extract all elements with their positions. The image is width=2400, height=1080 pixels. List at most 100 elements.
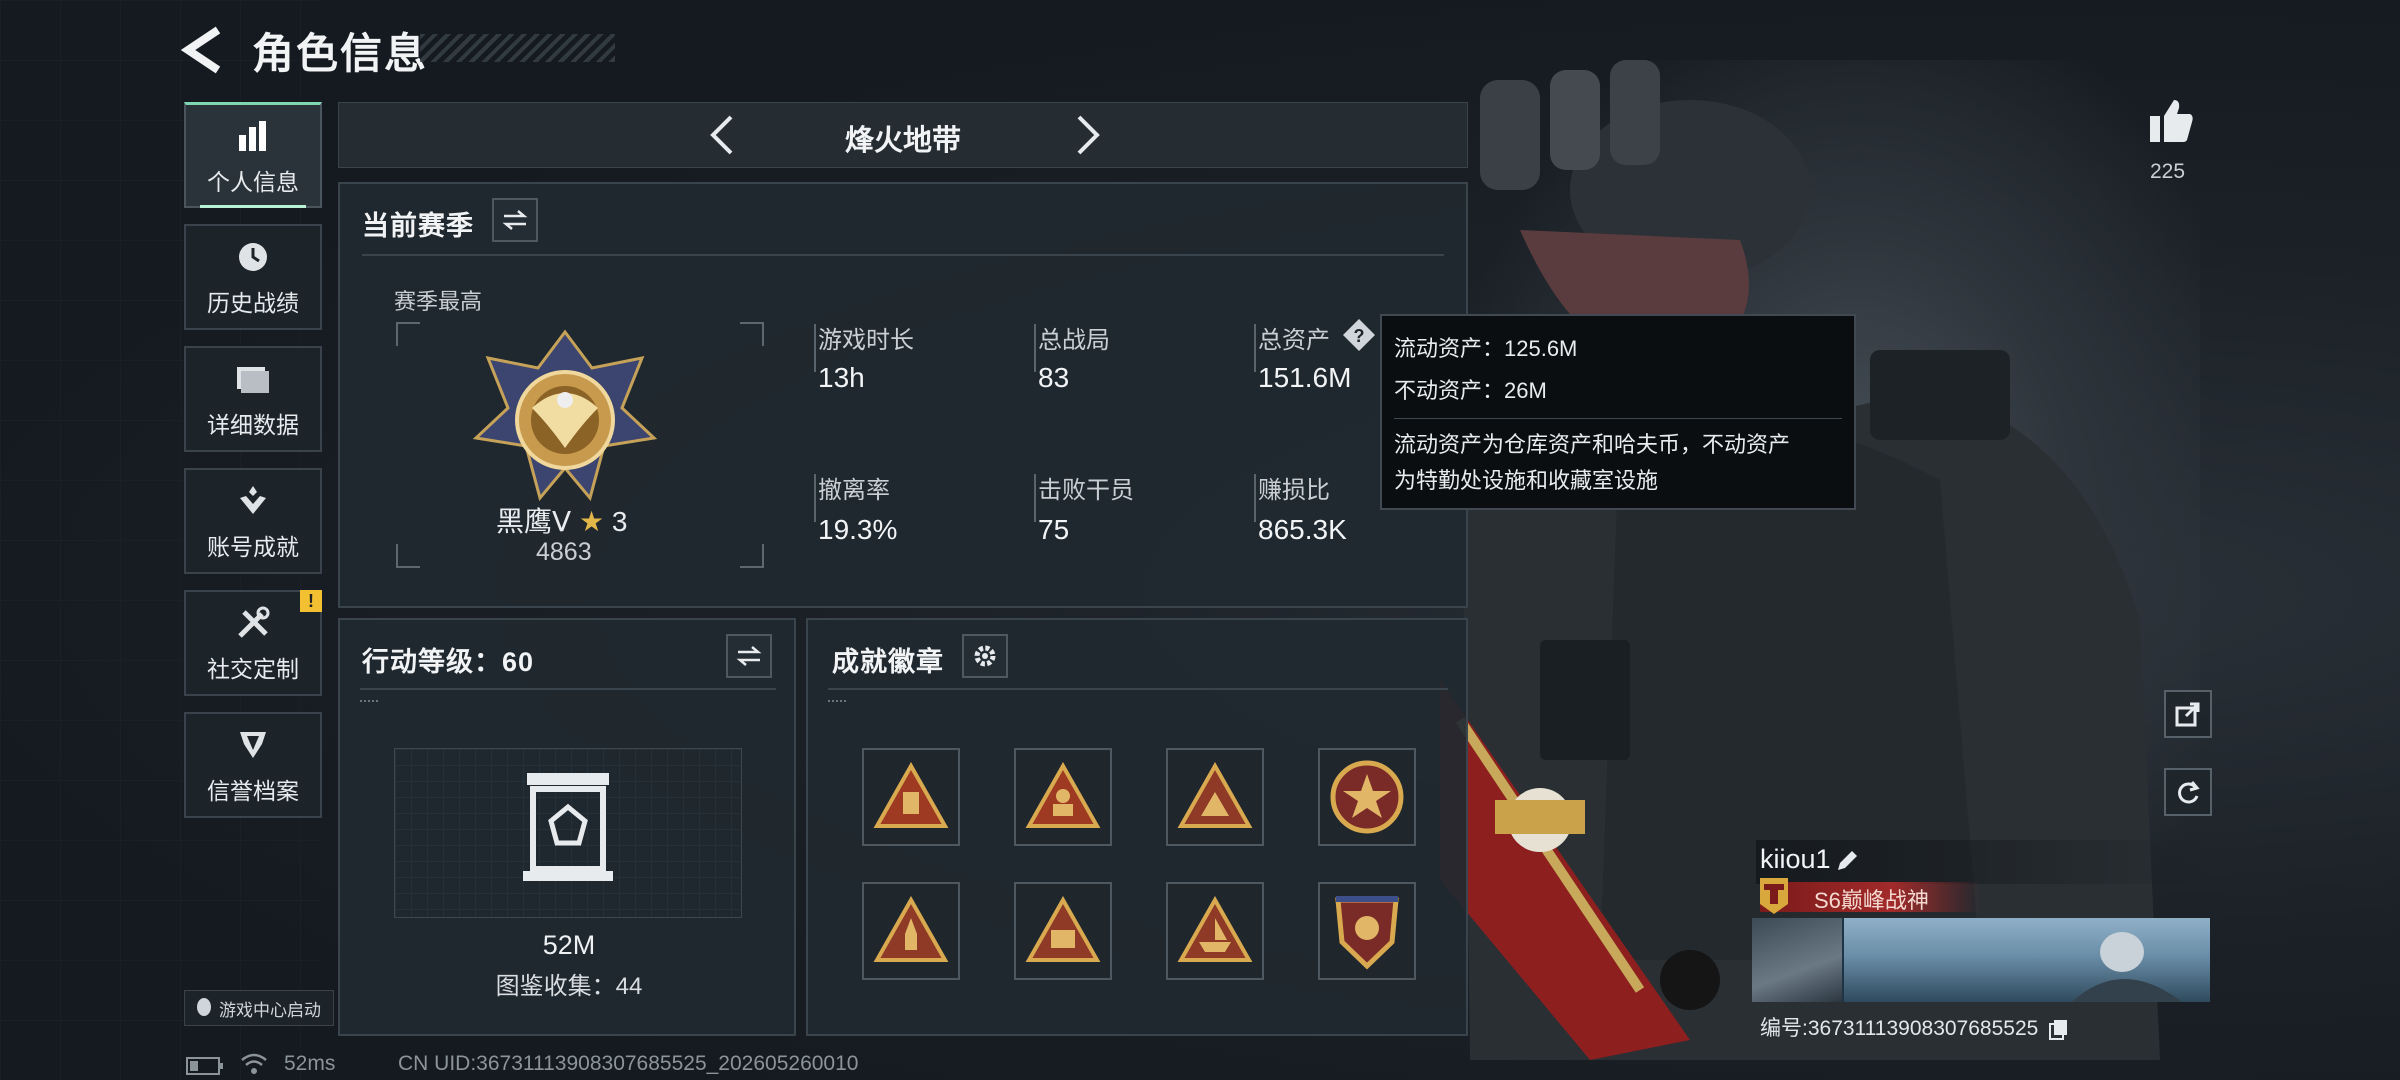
stat-value-kills: 75	[1038, 514, 1070, 545]
tooltip-fixed-assets: 不动资产：26M	[1394, 378, 1547, 403]
stat-divider	[1034, 324, 1036, 372]
rank-stars: 3	[611, 506, 628, 537]
stat-divider	[1254, 324, 1256, 372]
chevron-right-icon[interactable]	[1063, 111, 1111, 159]
sidebar-item-label: 账号成就	[207, 534, 299, 560]
uid-text: CN UID:3673111390830768552​5_20260526001…	[398, 1052, 859, 1075]
star-icon: ★	[578, 506, 605, 537]
sidebar-item-detail-data[interactable]: 详细数据	[184, 346, 322, 452]
stat-value-matches: 83	[1038, 362, 1070, 393]
player-id-text: 编号:3673111390830768552​5	[1760, 1017, 2039, 1040]
player-title-banner: S6巅峰战神	[1760, 878, 1980, 914]
collection-case-icon	[523, 773, 613, 881]
boat-triangle-badge-icon	[1177, 896, 1253, 962]
rank-line: 黑鹰Ⅴ ★ 3	[496, 500, 627, 540]
stat-divider	[814, 474, 816, 522]
clock-icon	[232, 236, 274, 278]
stat-label-assets: 总资产	[1258, 327, 1330, 354]
stat-label-playtime: 游戏时长	[818, 327, 914, 354]
game-center-button[interactable]: 游戏中心启动	[184, 990, 334, 1026]
season-panel: 当前赛季 赛季最高 黑鹰Ⅴ ★ 3 4863 游戏时长 13h 总战局 83 总…	[338, 182, 1468, 608]
badge-settings-button[interactable]	[962, 634, 1008, 678]
help-icon[interactable]: ?	[1342, 318, 1376, 352]
rocket-triangle-badge-icon	[873, 896, 949, 962]
rank-name: 黑鹰Ⅴ	[496, 506, 572, 537]
badge-slot-7[interactable]	[1166, 882, 1264, 980]
gear-icon	[974, 645, 996, 667]
sidebar-item-label: 个人信息	[207, 168, 299, 195]
mode-selector: 烽火地带	[338, 102, 1468, 168]
shield-icon	[232, 724, 274, 766]
collection-frame[interactable]	[394, 748, 742, 918]
swap-icon	[502, 210, 528, 230]
badge-slot-8[interactable]	[1318, 882, 1416, 980]
stat-divider	[1254, 474, 1256, 522]
player-id: 编号:3673111390830768552​5	[1760, 1012, 2070, 1042]
badge-slot-3[interactable]	[1166, 748, 1264, 846]
dash-decoration	[828, 700, 846, 706]
sidebar-item-personal-info[interactable]: 个人信息	[184, 102, 322, 208]
collection-count: 图鉴收集：44	[495, 973, 643, 1000]
tools-icon	[232, 602, 274, 644]
divider	[360, 688, 776, 690]
stat-value-assets: 151.6M	[1258, 362, 1352, 393]
frame-corner	[396, 544, 420, 568]
alert-badge: !	[300, 590, 322, 612]
share-button[interactable]	[2164, 690, 2212, 738]
divider	[828, 688, 1448, 690]
tooltip-liquid-assets: 流动资产：125.6M	[1394, 336, 1578, 361]
level-panel: 行动等级：60 52M 图鉴收集：44	[338, 618, 796, 1036]
page-title: 角色信息	[252, 30, 429, 77]
level-title: 行动等级：60	[362, 647, 535, 677]
thumbs-up-icon[interactable]	[2146, 96, 2196, 146]
edit-icon[interactable]	[1834, 848, 1860, 874]
battery-icon	[186, 1057, 223, 1075]
like-count: 225	[2150, 160, 2186, 183]
supply-triangle-badge-icon	[873, 762, 949, 828]
divider	[362, 254, 1444, 256]
squad-triangle-badge-icon	[1177, 762, 1253, 828]
badge-slot-4[interactable]	[1318, 748, 1416, 846]
ping-value: 52ms	[284, 1052, 336, 1075]
swap-icon	[736, 646, 762, 666]
title-emblem-icon	[1760, 878, 1788, 914]
penguin-icon	[197, 998, 211, 1016]
game-center-label: 游戏中心启动	[219, 1000, 321, 1020]
share-icon	[2175, 702, 2200, 727]
stat-label-profit-ratio: 赚损比	[1258, 477, 1330, 504]
refresh-icon	[2178, 781, 2200, 804]
badge-slot-1[interactable]	[862, 748, 960, 846]
sidebar-item-social-custom[interactable]: 社交定制 !	[184, 590, 322, 696]
badge-slot-5[interactable]	[862, 882, 960, 980]
assets-tooltip: 流动资产：125.6M 不动资产：26M 流动资产为仓库资产和哈夫币，不动资产 …	[1380, 314, 1856, 510]
stat-value-playtime: 13h	[818, 362, 865, 393]
sidebar-item-achievements[interactable]: 账号成就	[184, 468, 322, 574]
level-value: 52M	[542, 930, 596, 960]
badge-slot-2[interactable]	[1014, 748, 1112, 846]
level-swap-button[interactable]	[726, 634, 772, 678]
back-arrow-icon[interactable]	[180, 22, 230, 78]
sidebar-item-history[interactable]: 历史战绩	[184, 224, 322, 330]
badges-panel: 成就徽章	[806, 618, 1468, 1036]
player-banner-image	[1752, 918, 2210, 1002]
player-name-bar: kiiou1	[1756, 840, 2210, 884]
copy-icon[interactable]	[2048, 1018, 2070, 1041]
season-best-label: 赛季最高	[394, 289, 483, 314]
title-decoration	[420, 34, 615, 62]
wifi-icon	[241, 1053, 267, 1074]
swap-button[interactable]	[492, 198, 538, 242]
badges-title: 成就徽章	[832, 647, 944, 677]
stat-value-profit-ratio: 865.3K	[1258, 514, 1347, 545]
shield-wing-badge-icon	[1335, 896, 1399, 970]
sidebar-item-reputation[interactable]: 信誉档案	[184, 712, 322, 818]
dash-decoration	[360, 700, 378, 706]
stat-label-extract-rate: 撤离率	[818, 477, 890, 504]
mode-name: 烽火地带	[844, 125, 961, 157]
refresh-button[interactable]	[2164, 768, 2212, 816]
banner-portrait	[1752, 918, 1842, 1002]
season-title: 当前赛季	[362, 211, 474, 241]
frame-corner	[740, 322, 764, 346]
badge-slot-6[interactable]	[1014, 882, 1112, 980]
stat-label-matches: 总战局	[1038, 327, 1110, 354]
sidebar-item-label: 社交定制	[207, 656, 299, 682]
